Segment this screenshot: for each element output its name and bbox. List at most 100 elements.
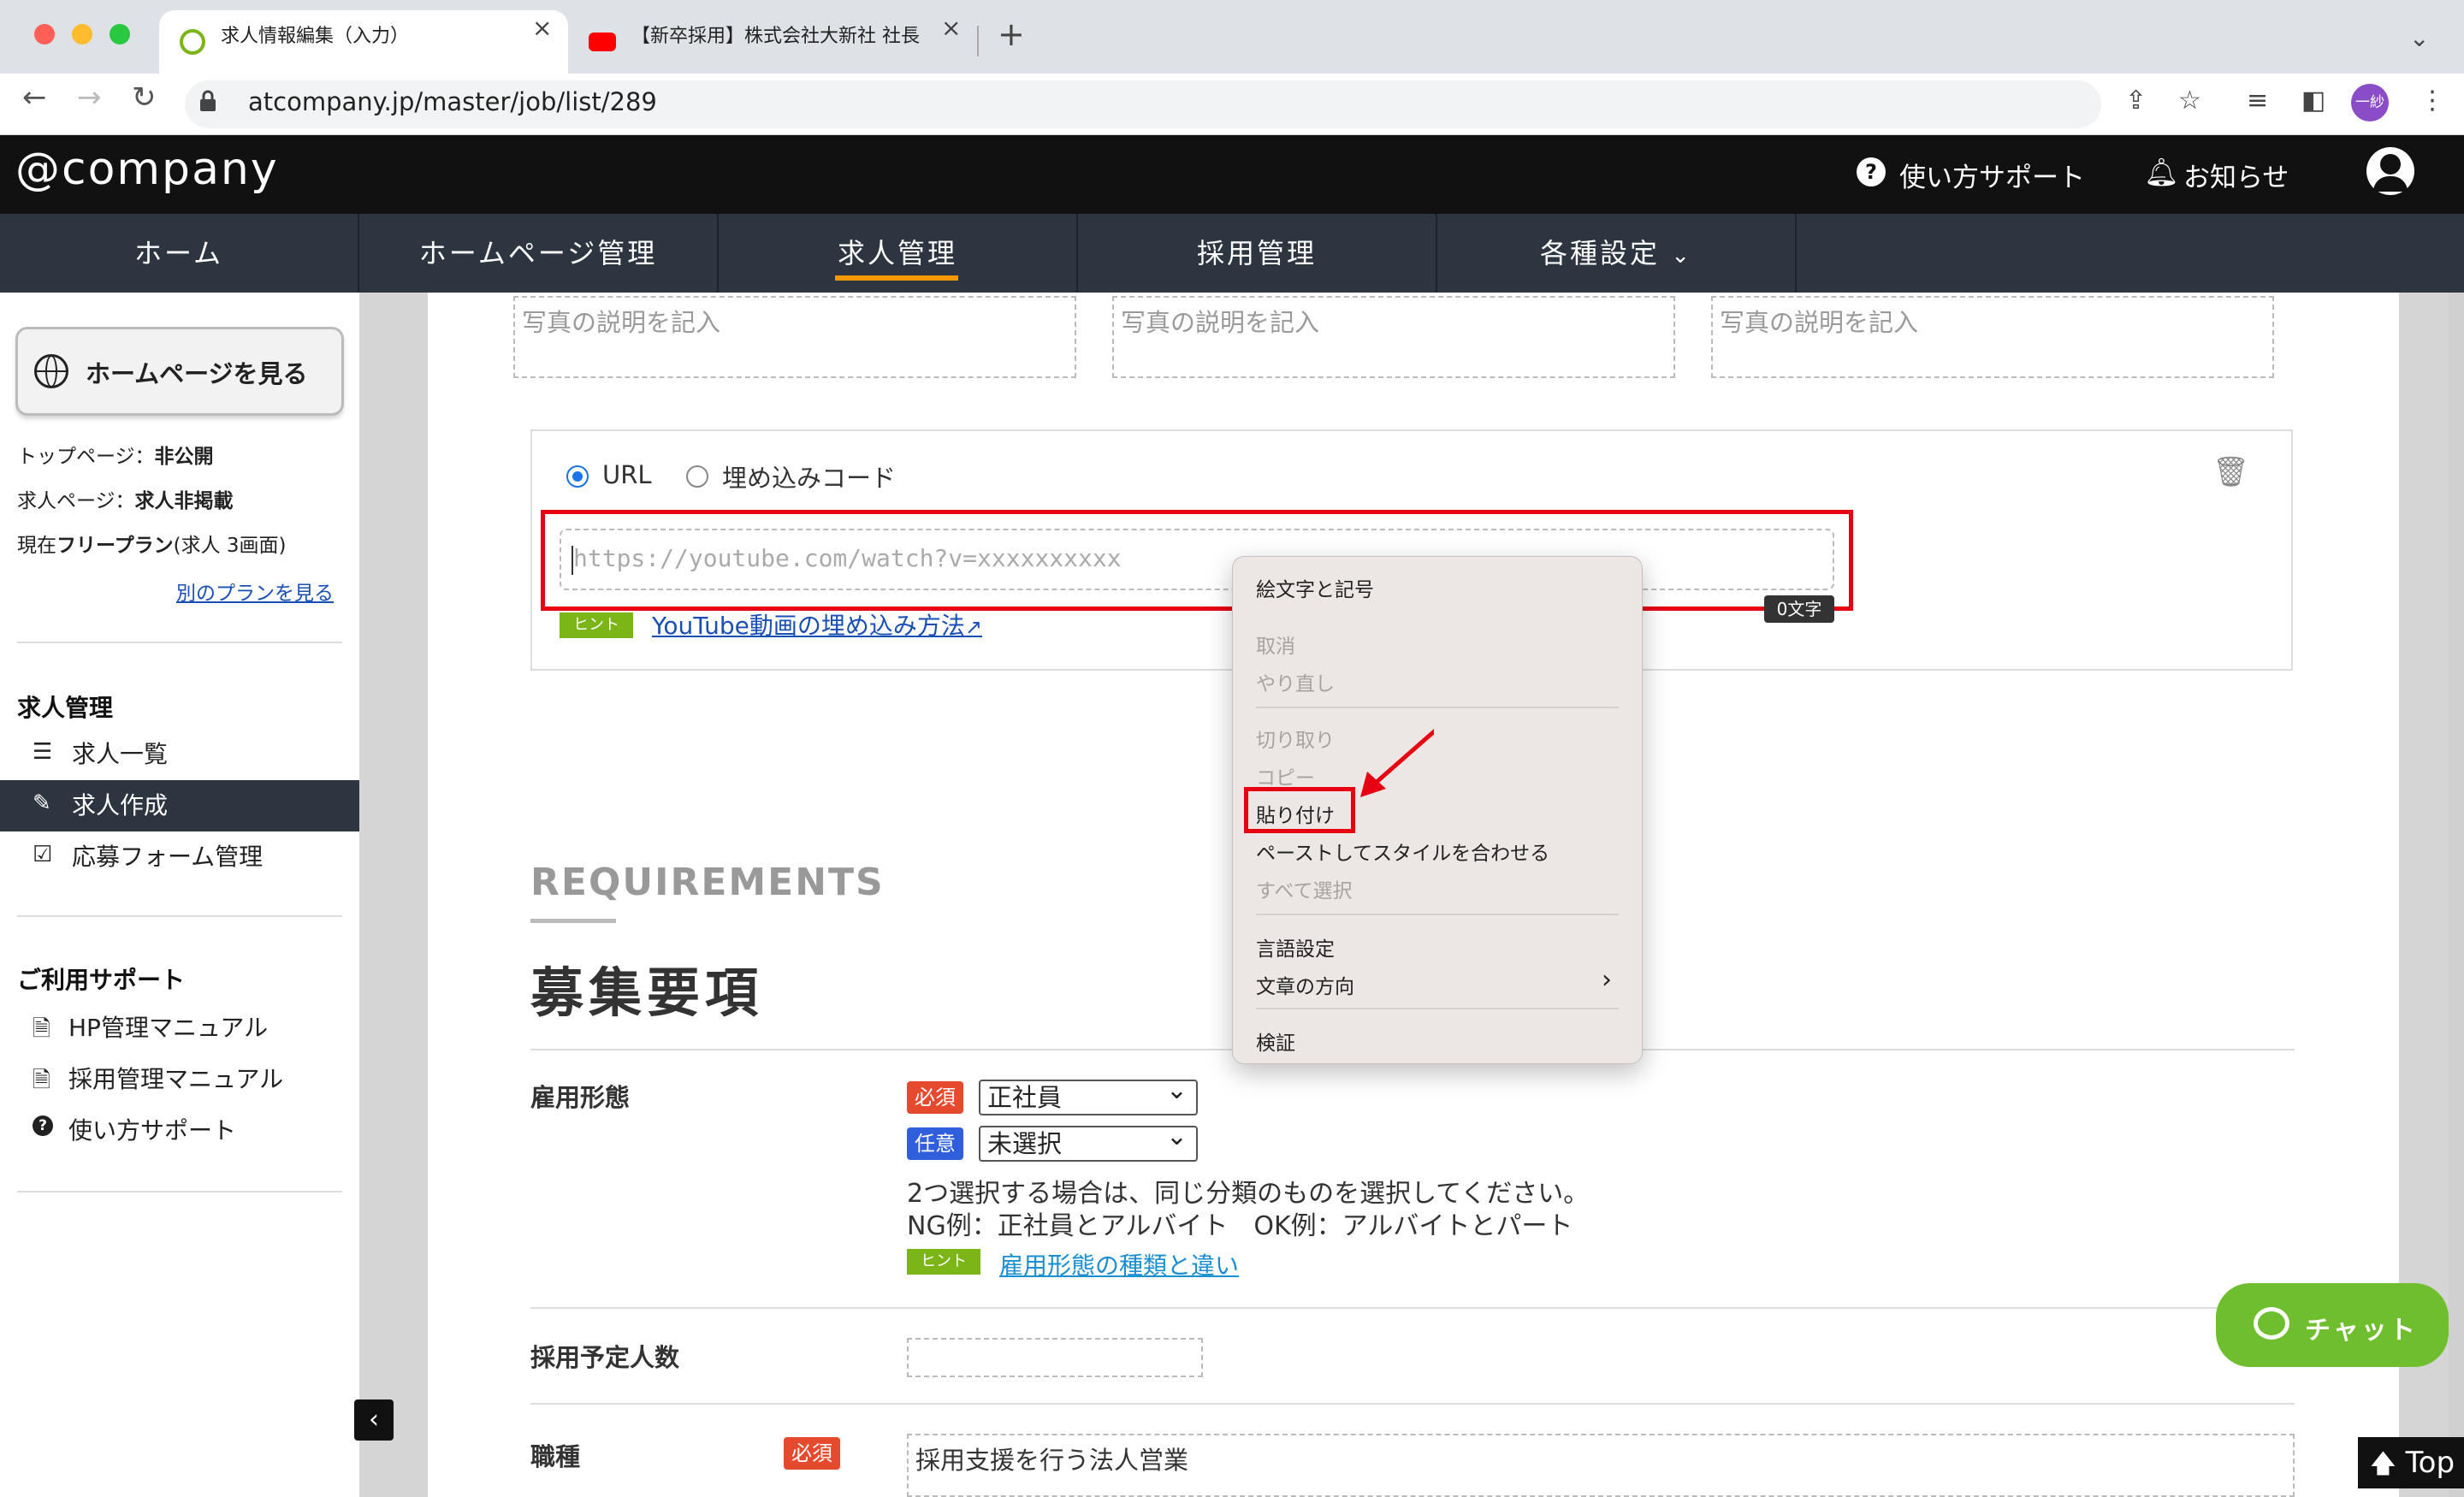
reload-icon[interactable]: ↻ [132, 80, 157, 115]
hint-badge: ヒント [560, 612, 633, 638]
menu-item-undo[interactable]: 取消 [1256, 630, 1295, 659]
sidebar-divider [17, 915, 342, 917]
nav-home[interactable]: ホーム [0, 214, 359, 293]
lock-icon [200, 90, 216, 111]
tab-divider [977, 26, 979, 56]
chevron-right-icon: › [1602, 965, 1612, 995]
menu-item-redo[interactable]: やり直し [1256, 667, 1335, 696]
minimize-window-button[interactable] [72, 24, 92, 44]
back-to-top-button[interactable]: 🡅 Top [2358, 1437, 2464, 1488]
requirements-heading-en: REQUIREMENTS [530, 861, 885, 904]
headcount-input[interactable] [907, 1338, 1203, 1377]
other-plan-link[interactable]: 別のプランを見る [176, 577, 334, 606]
employment-type-secondary-select[interactable]: 未選択 [979, 1121, 1198, 1162]
radio-embed-code[interactable] [686, 465, 708, 488]
nav-settings-label: 各種設定 [1540, 237, 1661, 269]
top-page-status: トップページ：非公開 [17, 440, 214, 469]
tab-title[interactable]: 【新卒採用】株式会社大新社 社長 [631, 21, 974, 48]
youtube-favicon-icon [589, 33, 616, 51]
sidebar-section-job-management: 求人管理 [17, 694, 114, 722]
sidebar-item-recruit-manual[interactable]: 採用管理マニュアル [0, 1054, 359, 1105]
menu-item-emoji[interactable]: 絵文字と記号 [1256, 573, 1374, 602]
job-type-input[interactable]: 採用支援を行う法人営業 [907, 1434, 2295, 1497]
youtube-embed-help-link[interactable]: YouTube動画の埋め込み方法↗ [652, 607, 982, 642]
photo-description-input[interactable]: 写真の説明を記入 [1711, 296, 2274, 378]
atcompany-favicon-icon [180, 29, 205, 55]
forward-arrow-icon[interactable]: → [77, 80, 102, 115]
photo-description-input[interactable]: 写真の説明を記入 [513, 296, 1076, 378]
sidebar-collapse-chevron-left-icon[interactable]: ‹ [354, 1399, 394, 1441]
menu-separator [1256, 914, 1619, 915]
page-scrollbar[interactable] [2449, 293, 2464, 1497]
plan-status: 現在フリープラン(求人 3画面) [17, 529, 287, 558]
requirements-heading: 募集要項 [530, 962, 764, 1024]
sidebar-item-application-form[interactable]: 応募フォーム管理 [0, 831, 359, 883]
share-icon[interactable]: ⇪ [2125, 86, 2147, 115]
sidebar-item-support[interactable]: 使い方サポート [0, 1105, 359, 1157]
close-window-button[interactable] [34, 24, 55, 44]
nav-settings[interactable]: 各種設定 ⌄ [1437, 214, 1797, 293]
trash-icon[interactable]: 🗑︎ [2212, 455, 2249, 489]
site-header [0, 135, 2464, 214]
maximize-window-button[interactable] [110, 24, 130, 44]
required-badge: 必須 [784, 1437, 840, 1470]
site-logo[interactable]: @company [15, 144, 279, 195]
url-text[interactable]: atcompany.jp/master/job/list/289 [248, 87, 657, 116]
nav-homepage-management[interactable]: ホームページ管理 [359, 214, 719, 293]
profile-avatar[interactable]: 一紗 [2351, 84, 2389, 121]
sidebar-item-label: 応募フォーム管理 [72, 843, 264, 871]
headcount-label: 採用予定人数 [530, 1343, 680, 1372]
sidebar-item-label: 求人作成 [72, 791, 169, 820]
plan-prefix: 現在 [17, 535, 56, 557]
sidebar-item-hp-manual[interactable]: HP管理マニュアル [0, 1003, 359, 1054]
row-divider [530, 1403, 2295, 1405]
menu-item-select-all[interactable]: すべて選択 [1256, 874, 1352, 903]
menu-item-cut[interactable]: 切り取り [1256, 724, 1335, 753]
help-icon: ? [1857, 157, 1886, 186]
more-vert-icon[interactable]: ⋮ [2420, 86, 2445, 115]
sidebar-item-job-list[interactable]: 求人一覧 [0, 729, 359, 780]
tab-close-icon[interactable]: × [941, 14, 961, 42]
sidebar-item-label: 使い方サポート [68, 1116, 237, 1145]
user-account-icon[interactable] [2366, 147, 2414, 195]
support-link[interactable]: 使い方サポート [1899, 156, 2085, 194]
menu-item-text-direction[interactable]: 文章の方向 [1256, 970, 1354, 999]
menu-separator [1256, 707, 1619, 708]
nav-job-management[interactable]: 求人管理 [719, 214, 1078, 293]
employment-type-select[interactable]: 正社員 [979, 1074, 1198, 1115]
notice-link[interactable]: お知らせ [2183, 156, 2289, 194]
plan-name: フリープラン [56, 535, 174, 557]
menu-item-inspect[interactable]: 検証 [1256, 1027, 1295, 1056]
sidebar-item-job-create[interactable]: 求人作成 [0, 780, 359, 831]
job-page-value: 求人非掲載 [134, 490, 234, 512]
photo-description-input[interactable]: 写真の説明を記入 [1112, 296, 1675, 378]
radio-url-label[interactable]: URL [602, 460, 652, 489]
back-arrow-icon[interactable]: ← [22, 80, 47, 115]
menu-item-copy[interactable]: コピー [1256, 761, 1315, 790]
employment-type-label: 雇用形態 [530, 1083, 631, 1112]
new-tab-icon[interactable]: + [998, 18, 1025, 50]
sidebar-divider [17, 642, 342, 643]
radio-url[interactable] [566, 465, 589, 488]
bell-icon: 🔔︎ [2144, 156, 2179, 188]
chat-button[interactable]: チャット [2216, 1283, 2449, 1367]
tab-close-icon[interactable]: × [532, 14, 552, 42]
employment-type-help-link[interactable]: 雇用形態の種類と違い [999, 1247, 1239, 1281]
sidebar-item-label: 採用管理マニュアル [68, 1065, 284, 1093]
arrow-up-icon: 🡅 [2370, 1449, 2396, 1479]
radio-embed-code-label[interactable]: 埋め込みコード [722, 459, 896, 494]
annotation-highlight-box [1244, 787, 1355, 833]
external-link-icon: ↗ [964, 615, 982, 639]
pdf-icon: 🗎︎ [33, 1068, 50, 1093]
job-type-value: 採用支援を行う法人営業 [915, 1446, 1189, 1475]
reading-list-icon[interactable]: ≡ [2247, 86, 2268, 115]
top-page-label: トップページ： [17, 446, 155, 468]
bookmark-star-icon[interactable]: ☆ [2178, 86, 2201, 115]
menu-item-paste-match-style[interactable]: ペーストしてスタイルを合わせる [1256, 837, 1549, 866]
char-count-badge: 0文字 [1764, 595, 1834, 623]
menu-item-language[interactable]: 言語設定 [1256, 932, 1335, 962]
nav-recruit-management[interactable]: 採用管理 [1078, 214, 1437, 293]
edit-icon: ✎ [33, 790, 51, 816]
side-panel-icon[interactable]: ◧ [2301, 86, 2325, 115]
chevron-down-icon[interactable]: ⌄ [2409, 24, 2429, 52]
